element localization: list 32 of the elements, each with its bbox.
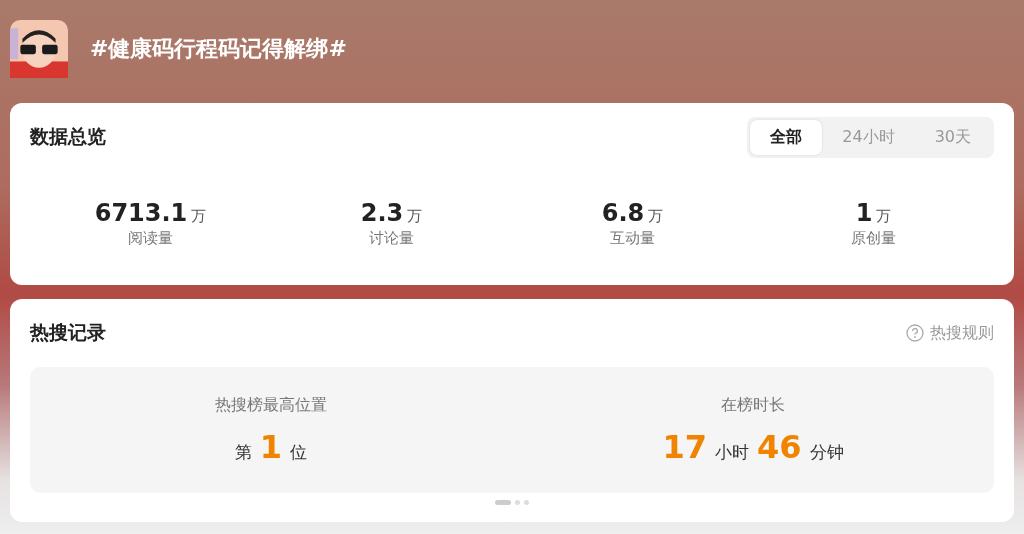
page-dot[interactable] bbox=[515, 500, 520, 505]
record-unit: 分钟 bbox=[809, 440, 844, 464]
help-icon bbox=[906, 324, 924, 342]
topic-title: #健康码行程码记得解绑# bbox=[90, 34, 347, 63]
record-number: 46 bbox=[757, 427, 802, 466]
record-label: 在榜时长 bbox=[721, 394, 785, 416]
section-title: 热搜记录 bbox=[30, 320, 106, 345]
stat-label: 互动量 bbox=[610, 229, 655, 248]
tab[interactable]: 24小时 bbox=[822, 119, 915, 155]
stat-value: 1 bbox=[855, 199, 873, 227]
stat-label: 阅读量 bbox=[128, 229, 173, 248]
stat-unit: 万 bbox=[876, 207, 892, 226]
stat-value: 6.8 bbox=[601, 199, 645, 227]
tab[interactable]: 全部 bbox=[750, 119, 823, 155]
stat-unit: 万 bbox=[191, 207, 207, 226]
rules-text[interactable]: 热搜规则 bbox=[930, 322, 994, 344]
rules-link[interactable]: 热搜规则 bbox=[906, 322, 994, 344]
record-number: 17 bbox=[662, 427, 707, 466]
record-unit: 第 bbox=[234, 440, 252, 464]
stat-label: 讨论量 bbox=[369, 229, 414, 248]
record-number: 1 bbox=[259, 427, 283, 466]
stat-unit: 万 bbox=[648, 207, 664, 226]
stat-value: 6713.1 bbox=[94, 199, 188, 227]
stat-label: 原创量 bbox=[851, 229, 896, 248]
record-unit: 位 bbox=[290, 440, 308, 464]
section-title: 数据总览 bbox=[30, 124, 106, 149]
tab[interactable]: 30天 bbox=[914, 119, 991, 155]
stat-value: 2.3 bbox=[360, 199, 404, 227]
record-label: 热搜榜最高位置 bbox=[215, 394, 327, 416]
page-dot[interactable] bbox=[524, 500, 529, 505]
record-unit: 小时 bbox=[715, 440, 749, 464]
stat-unit: 万 bbox=[407, 207, 423, 226]
